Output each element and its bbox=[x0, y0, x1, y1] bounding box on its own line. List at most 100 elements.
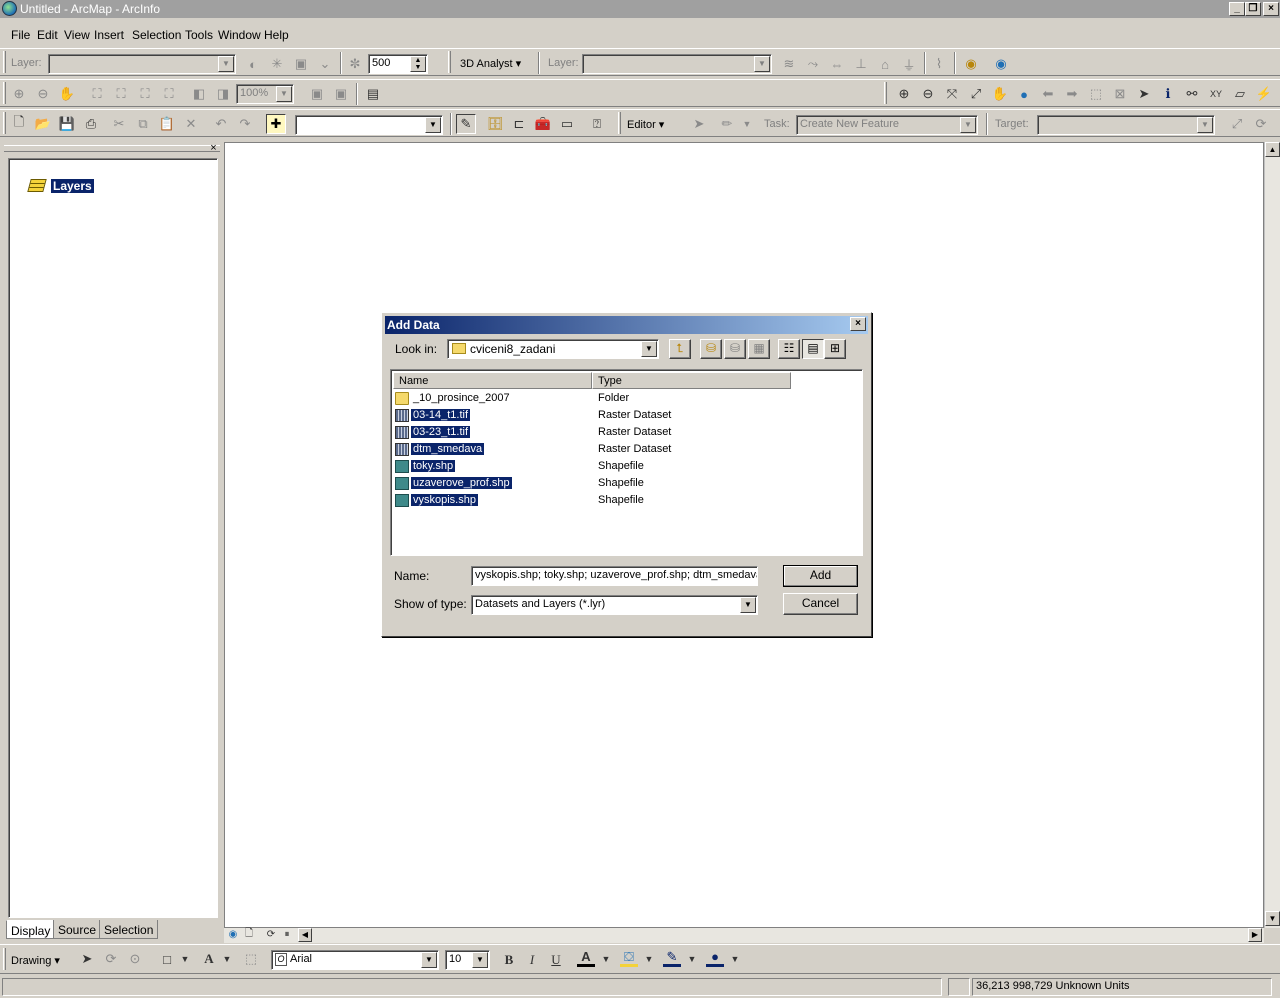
sketch-tool-icon[interactable]: ✏ bbox=[718, 115, 736, 133]
fixed-zoom-out-map-icon[interactable]: ⤢ bbox=[967, 85, 985, 103]
delete-icon[interactable]: ✕ bbox=[182, 115, 200, 133]
tab-display[interactable]: Display bbox=[6, 920, 56, 939]
toc-grip[interactable] bbox=[4, 145, 220, 152]
thumbnails-view-button[interactable]: ⊞ bbox=[824, 339, 846, 359]
new-folder-button[interactable]: ▦ bbox=[748, 339, 770, 359]
select-features-icon[interactable]: ⬚ bbox=[1087, 85, 1105, 103]
arccatalog-icon[interactable]: 🗄 bbox=[486, 115, 504, 133]
whats-this-icon[interactable]: ⍰ bbox=[588, 115, 606, 133]
tab-source[interactable]: Source bbox=[53, 920, 102, 939]
chevron-down-icon[interactable]: ▼ bbox=[597, 950, 615, 968]
toggle-draft-icon[interactable]: ▣ bbox=[308, 85, 326, 103]
clear-selection-icon[interactable]: ⊠ bbox=[1111, 85, 1129, 103]
redo-icon[interactable]: ↷ bbox=[236, 115, 254, 133]
print-icon[interactable]: ⎙ bbox=[82, 115, 100, 133]
3d-analyst-menu[interactable]: 3D Analyst ▾ bbox=[460, 57, 521, 70]
arctoolbox-icon[interactable]: ⊏ bbox=[510, 115, 528, 133]
interpolate-line-icon[interactable]: ⌂ bbox=[876, 55, 894, 73]
new-text-icon[interactable]: A bbox=[200, 950, 218, 968]
file-row[interactable]: uzaverove_prof.shp Shapefile bbox=[393, 476, 853, 493]
split-tool-icon[interactable]: ⤢ bbox=[1228, 115, 1246, 133]
zoom-percent-select[interactable]: 100% ▼ bbox=[236, 84, 294, 104]
cancel-button[interactable]: Cancel bbox=[783, 593, 858, 615]
close-window-button[interactable]: × bbox=[1263, 2, 1279, 16]
fixed-zoom-in-map-icon[interactable]: ⤧ bbox=[943, 85, 961, 103]
cut-icon[interactable]: ✂ bbox=[110, 115, 128, 133]
hyperlink-icon[interactable]: ⚡ bbox=[1255, 85, 1273, 103]
full-extent-icon[interactable]: ● bbox=[1015, 85, 1033, 103]
forward-extent-icon[interactable]: ◨ bbox=[214, 85, 232, 103]
data-view-icon[interactable]: ◉ bbox=[226, 927, 240, 941]
zoom-out-icon[interactable]: ⊖ bbox=[919, 85, 937, 103]
layout-view-icon[interactable]: 🗋 bbox=[242, 927, 256, 941]
effects-layer-select[interactable]: ▼ bbox=[48, 54, 236, 74]
file-list[interactable]: Name Type _10_prosince_2007 Folder 03-14_t… bbox=[390, 369, 863, 556]
connect-folder-button[interactable]: ⛁ bbox=[700, 339, 722, 359]
target-select[interactable]: ▼ bbox=[1037, 115, 1215, 135]
arcmap-app-icon[interactable] bbox=[2, 1, 17, 16]
show-of-type-select[interactable]: Datasets and Layers (*.lyr) ▼ bbox=[471, 595, 758, 615]
paste-icon[interactable]: 📋 bbox=[158, 115, 176, 133]
bold-button[interactable]: B bbox=[500, 951, 518, 969]
scale-input[interactable]: 500 ▲ ▼ bbox=[368, 54, 428, 74]
toolbox-icon[interactable]: 🧰 bbox=[534, 115, 552, 133]
open-icon[interactable]: 📂 bbox=[34, 115, 52, 133]
new-rectangle-icon[interactable]: □ bbox=[158, 950, 176, 968]
copy-icon[interactable]: ⧉ bbox=[134, 115, 152, 133]
chevron-down-icon[interactable]: ▼ bbox=[738, 115, 756, 133]
menu-file[interactable]: File bbox=[11, 28, 30, 42]
font-color-icon[interactable]: A bbox=[577, 949, 595, 967]
new-document-icon[interactable]: 🗋 bbox=[10, 114, 28, 133]
scroll-down-icon[interactable]: ▼ bbox=[1265, 911, 1280, 926]
select-elements-icon[interactable]: ➤ bbox=[1135, 85, 1153, 103]
fixed-zoom-out-icon[interactable]: ⛶ bbox=[160, 85, 178, 103]
name-field[interactable]: vyskopis.shp; toky.shp; uzaverove_prof.s… bbox=[471, 566, 758, 586]
menu-insert[interactable]: Insert bbox=[94, 28, 124, 42]
file-row[interactable]: _10_prosince_2007 Folder bbox=[393, 391, 853, 408]
map-scale-select[interactable]: ▼ bbox=[295, 115, 443, 135]
editor-toolbar-icon[interactable]: ✎ bbox=[456, 114, 476, 134]
command-line-icon[interactable]: ▭ bbox=[558, 115, 576, 133]
menu-edit[interactable]: Edit bbox=[37, 28, 58, 42]
back-icon[interactable]: ⬅ bbox=[1039, 85, 1057, 103]
swipe-icon[interactable]: ⌄ bbox=[316, 55, 334, 73]
marker-color-icon[interactable]: ● bbox=[706, 949, 724, 967]
select-elements-draw-icon[interactable]: ➤ bbox=[78, 950, 96, 968]
fill-color-icon[interactable]: ⛋ bbox=[620, 949, 638, 967]
contour-icon[interactable]: ≋ bbox=[780, 55, 798, 73]
brightness-icon[interactable]: ✳ bbox=[268, 55, 286, 73]
zoom-in-icon[interactable]: ⊕ bbox=[895, 85, 913, 103]
exaggeration-icon[interactable]: ✼ bbox=[346, 55, 364, 73]
task-select[interactable]: Create New Feature ▼ bbox=[796, 115, 978, 135]
dialog-title-bar[interactable]: Add Data × bbox=[385, 316, 868, 334]
restore-button[interactable]: ❐ bbox=[1245, 2, 1261, 16]
font-select[interactable]: O Arial ▼ bbox=[271, 950, 439, 970]
save-icon[interactable]: 💾 bbox=[58, 115, 76, 133]
identify-icon[interactable]: ℹ bbox=[1159, 85, 1177, 103]
scroll-up-icon[interactable]: ▲ bbox=[1265, 142, 1280, 157]
chevron-down-icon[interactable]: ▼ bbox=[218, 950, 236, 968]
drawing-menu[interactable]: Drawing ▾ bbox=[11, 954, 60, 967]
go-to-xy-icon[interactable]: XY bbox=[1207, 85, 1225, 103]
zoom-in-page-icon[interactable]: ⊕ bbox=[10, 85, 28, 103]
zoom-100-icon[interactable]: ⛶ bbox=[112, 85, 130, 103]
3d-layer-select[interactable]: ▼ bbox=[582, 54, 772, 74]
forward-icon[interactable]: ➡ bbox=[1063, 85, 1081, 103]
disconnect-folder-button[interactable]: ⛁ bbox=[724, 339, 746, 359]
add-data-icon[interactable]: ✚ bbox=[266, 114, 286, 134]
toolbar-grip[interactable] bbox=[448, 51, 451, 73]
toolbar-grip[interactable] bbox=[618, 112, 621, 134]
editor-menu[interactable]: Editor ▾ bbox=[627, 118, 664, 131]
tab-selection[interactable]: Selection bbox=[99, 920, 159, 939]
map-vertical-scrollbar[interactable]: ▲ ▼ bbox=[1264, 142, 1280, 928]
refresh-icon[interactable]: ⟳ bbox=[264, 927, 278, 941]
file-row[interactable]: 03-23_t1.tif Raster Dataset bbox=[393, 425, 853, 442]
back-extent-icon[interactable]: ◧ bbox=[190, 85, 208, 103]
transparency-icon[interactable]: ▣ bbox=[292, 55, 310, 73]
file-row[interactable]: vyskopis.shp Shapefile bbox=[393, 493, 853, 510]
zoom-to-selected-icon[interactable]: ⊙ bbox=[126, 950, 144, 968]
edit-tool-icon[interactable]: ➤ bbox=[690, 115, 708, 133]
measure-icon[interactable]: ⏥ bbox=[1231, 85, 1249, 103]
scroll-left-icon[interactable]: ◀ bbox=[298, 928, 312, 942]
undo-icon[interactable]: ↶ bbox=[212, 115, 230, 133]
